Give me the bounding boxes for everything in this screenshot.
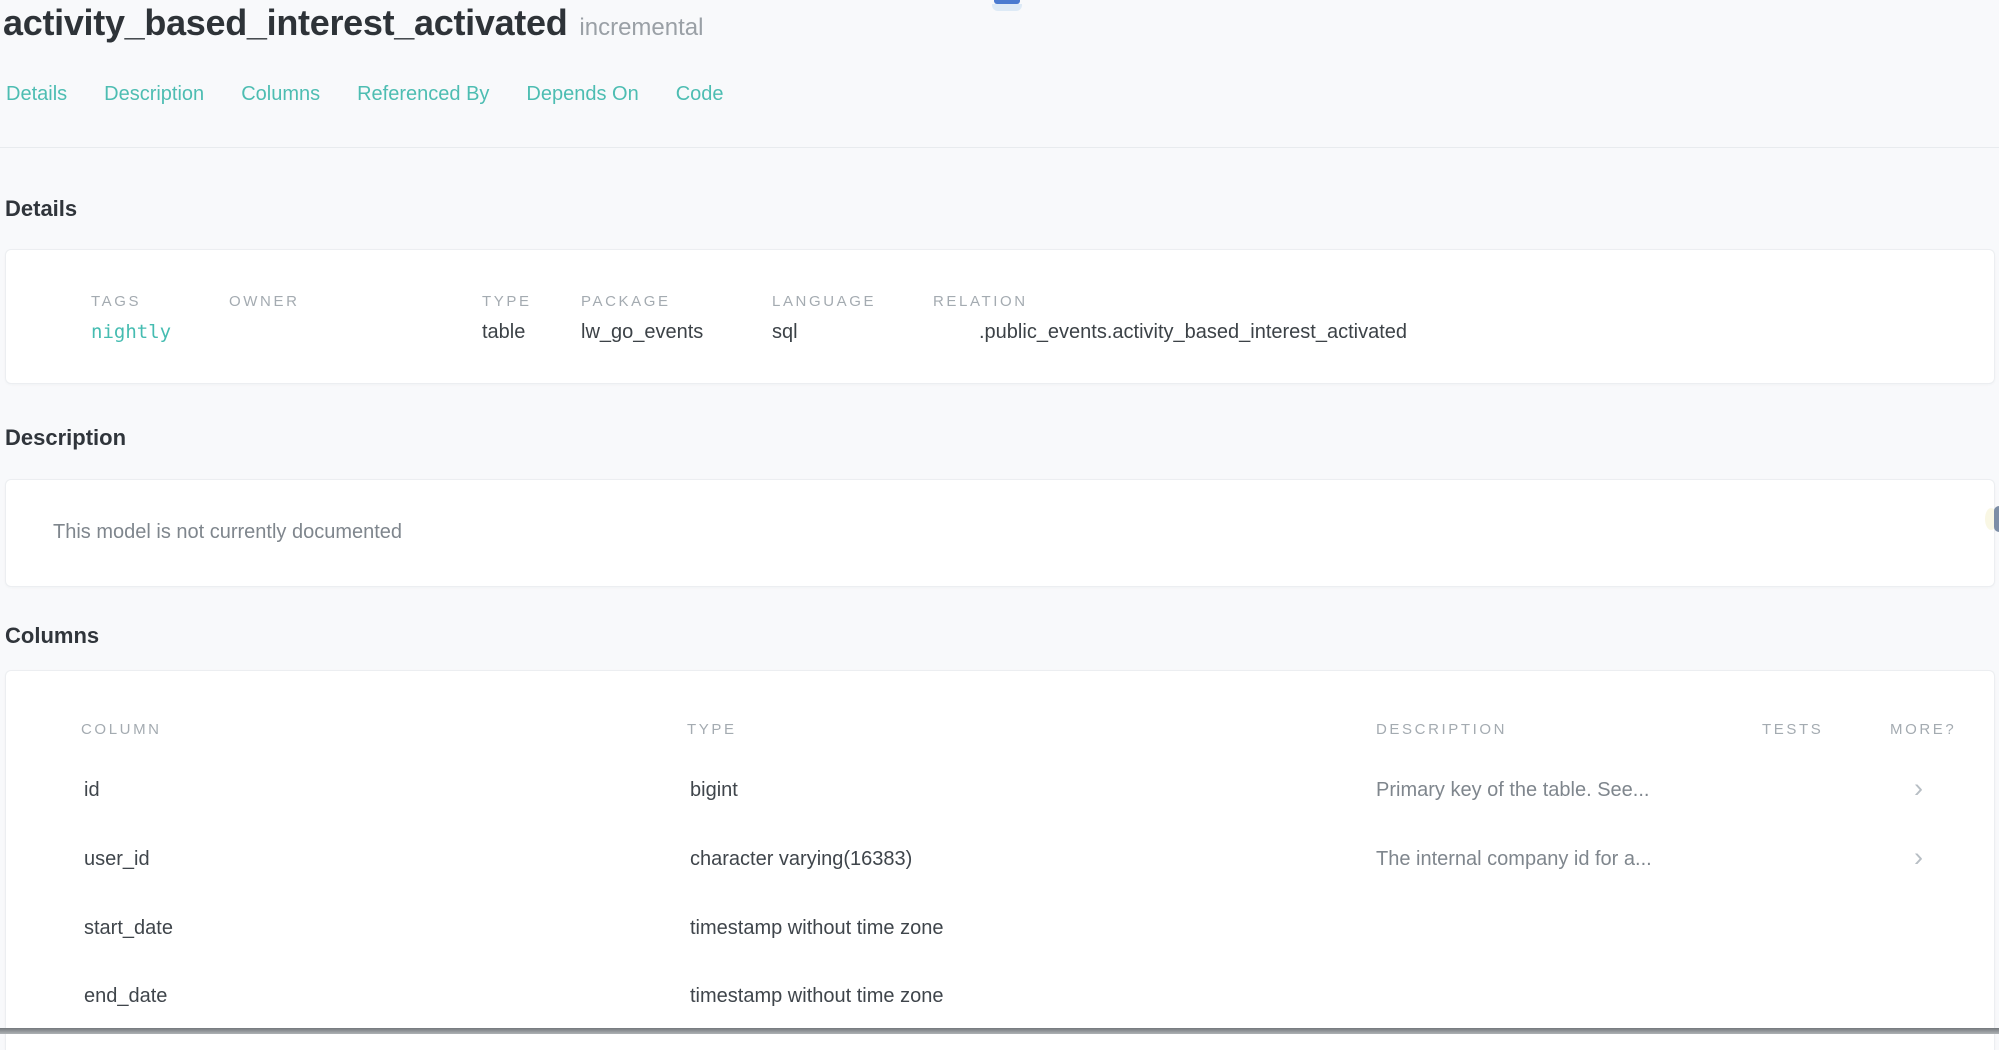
description-section-heading: Description [5, 425, 126, 451]
tab-referenced-by[interactable]: Referenced By [357, 83, 489, 106]
column-type: bigint [690, 779, 738, 802]
language-label: LANGUAGE [772, 293, 876, 310]
details-card: TAGS nightly OWNER TYPE table PACKAGE lw… [5, 249, 1995, 384]
description-placeholder-text: This model is not currently documented [53, 521, 402, 544]
clipped-blue-element-halo [992, 4, 1022, 11]
tab-columns[interactable]: Columns [241, 83, 320, 106]
tab-details[interactable]: Details [6, 83, 67, 106]
column-name: end_date [84, 985, 167, 1008]
tab-code[interactable]: Code [676, 83, 724, 106]
columns-card: COLUMN TYPE DESCRIPTION TESTS MORE? id b… [5, 670, 1995, 1050]
column-description: Primary key of the table. See... [1376, 779, 1649, 802]
tab-description[interactable]: Description [104, 83, 204, 106]
materialization-badge: incremental [579, 14, 703, 41]
table-row-id[interactable]: id bigint Primary key of the table. See.… [6, 767, 1994, 815]
page-title: activity_based_interest_activated [3, 2, 567, 43]
details-section-heading: Details [5, 196, 77, 222]
clipped-edit-button-body [1994, 506, 1999, 532]
relation-value: .public_events.activity_based_interest_a… [979, 321, 1407, 344]
column-type: timestamp without time zone [690, 917, 943, 940]
column-name: id [84, 779, 100, 802]
table-row-end-date[interactable]: end_date timestamp without time zone [6, 973, 1994, 1021]
column-type: timestamp without time zone [690, 985, 943, 1008]
column-name: user_id [84, 848, 150, 871]
page-header: activity_based_interest_activated increme… [3, 2, 703, 44]
window-edge [0, 1028, 1999, 1034]
type-label: TYPE [482, 293, 532, 310]
column-name: start_date [84, 917, 173, 940]
chevron-right-icon[interactable]: › [1914, 773, 1923, 804]
column-description: The internal company id for a... [1376, 848, 1652, 871]
columns-section-heading: Columns [5, 623, 99, 649]
column-header-description: DESCRIPTION [1376, 721, 1507, 738]
package-value: lw_go_events [581, 321, 703, 344]
type-value: table [482, 321, 525, 344]
description-card: This model is not currently documented [5, 479, 1995, 587]
column-type: character varying(16383) [690, 848, 912, 871]
column-header-column: COLUMN [81, 721, 162, 738]
model-docs-page: activity_based_interest_activated increme… [0, 0, 1999, 1034]
table-row-user-id[interactable]: user_id character varying(16383) The int… [6, 836, 1994, 884]
clipped-edit-button[interactable] [1985, 505, 1999, 533]
owner-label: OWNER [229, 293, 300, 310]
model-tabs: Details Description Columns Referenced B… [6, 83, 724, 106]
tag-nightly[interactable]: nightly [91, 321, 171, 343]
column-header-more: MORE? [1890, 721, 1956, 738]
tab-depends-on[interactable]: Depends On [526, 83, 638, 106]
tags-label: TAGS [91, 293, 141, 310]
relation-label: RELATION [933, 293, 1028, 310]
column-header-type: TYPE [687, 721, 737, 738]
column-header-tests: TESTS [1762, 721, 1823, 738]
chevron-right-icon[interactable]: › [1914, 842, 1923, 873]
header-divider [0, 147, 1999, 148]
language-value: sql [772, 321, 798, 344]
table-row-start-date[interactable]: start_date timestamp without time zone [6, 905, 1994, 953]
package-label: PACKAGE [581, 293, 671, 310]
